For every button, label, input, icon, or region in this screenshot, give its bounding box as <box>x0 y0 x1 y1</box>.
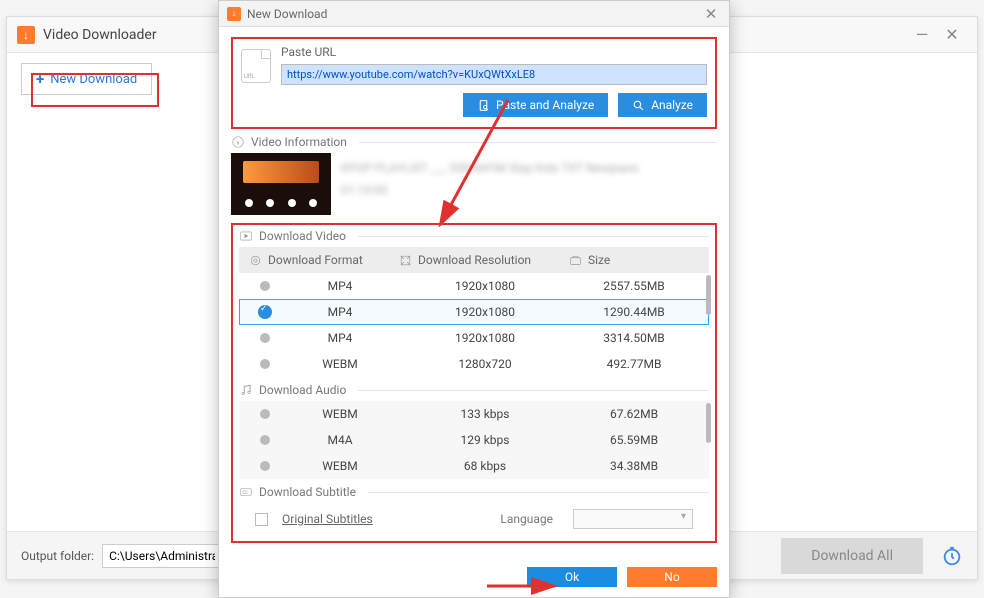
subtitle-checkbox[interactable] <box>255 513 268 526</box>
video-table-body: MP4 1920x1080 2557.55MB MP4 1920x1080 12… <box>239 273 709 377</box>
ok-button[interactable]: Ok <box>527 567 617 587</box>
col-resolution-label: Download Resolution <box>418 253 531 267</box>
output-folder-input[interactable] <box>102 544 222 568</box>
search-icon <box>632 99 645 112</box>
download-section: Download Video Download Format Download … <box>231 223 717 543</box>
dialog-footer: Ok No <box>219 567 729 597</box>
close-button[interactable]: ✕ <box>937 25 967 44</box>
dialog-title: New Download <box>247 7 327 21</box>
language-label: Language <box>500 512 553 526</box>
svg-text:CC: CC <box>243 490 249 495</box>
table-row[interactable]: M4A 129 kbps 65.59MB <box>239 427 709 453</box>
download-subtitle-heading: CC Download Subtitle <box>239 485 709 499</box>
new-download-label: New Download <box>50 72 137 87</box>
download-video-heading: Download Video <box>239 229 709 243</box>
table-row[interactable]: MP4 1920x1080 1290.44MB <box>239 299 709 325</box>
radio-checked-icon <box>258 305 272 319</box>
subtitle-row: Original Subtitles Language <box>239 503 709 535</box>
scrollbar[interactable] <box>706 403 711 443</box>
no-button[interactable]: No <box>627 567 717 587</box>
paste-analyze-label: Paste and Analyze <box>496 98 594 112</box>
dialog-close-button[interactable]: ✕ <box>701 5 721 23</box>
table-row[interactable]: MP4 1920x1080 2557.55MB <box>239 273 709 299</box>
scrollbar[interactable] <box>706 275 711 315</box>
video-info-row: KPOP PLAYLIST ___ SSERAFIM Stay Kids TXT… <box>231 153 717 215</box>
radio-icon <box>260 333 270 343</box>
original-subtitles-link[interactable]: Original Subtitles <box>282 512 373 526</box>
radio-icon <box>260 409 270 419</box>
info-icon <box>231 135 245 149</box>
download-all-button[interactable]: Download All <box>781 538 923 574</box>
app-title: Video Downloader <box>43 27 157 43</box>
size-icon <box>569 254 582 267</box>
download-audio-heading: Download Audio <box>239 383 709 397</box>
analyze-button[interactable]: Analyze <box>618 93 707 117</box>
col-format-label: Download Format <box>268 253 363 267</box>
audio-icon <box>239 383 253 397</box>
clock-icon[interactable] <box>941 545 963 567</box>
language-select[interactable] <box>573 509 693 529</box>
col-size-label: Size <box>588 253 610 267</box>
plus-icon: + <box>36 70 44 88</box>
url-section: URL Paste URL Paste and Analyze Analyze <box>231 37 717 129</box>
dialog-titlebar: ↓ New Download ✕ <box>219 1 729 27</box>
cc-icon: CC <box>239 485 253 499</box>
paste-url-label: Paste URL <box>281 45 707 59</box>
table-row[interactable]: WEBM 1280x720 492.77MB <box>239 351 709 377</box>
radio-icon <box>260 435 270 445</box>
table-row[interactable]: WEBM 68 kbps 34.38MB <box>239 453 709 479</box>
app-icon: ↓ <box>17 26 35 44</box>
format-icon <box>249 254 262 267</box>
table-row[interactable]: MP4 1920x1080 3314.50MB <box>239 325 709 351</box>
new-download-dialog: ↓ New Download ✕ URL Paste URL Paste and… <box>218 0 730 598</box>
url-file-icon: URL <box>241 49 271 83</box>
url-input[interactable] <box>281 64 707 85</box>
output-folder-label: Output folder: <box>21 549 94 563</box>
radio-icon <box>260 461 270 471</box>
paste-and-analyze-button[interactable]: Paste and Analyze <box>463 93 608 117</box>
analyze-label: Analyze <box>651 98 693 112</box>
video-table-header: Download Format Download Resolution Size <box>239 247 709 273</box>
video-icon <box>239 229 253 243</box>
minimize-button[interactable]: — <box>907 25 937 44</box>
dialog-app-icon: ↓ <box>227 7 241 21</box>
resolution-icon <box>399 254 412 267</box>
clipboard-search-icon <box>477 99 490 112</box>
radio-icon <box>260 359 270 369</box>
audio-table-body: WEBM 133 kbps 67.62MB M4A 129 kbps 65.59… <box>239 401 709 479</box>
video-metadata-blurred: KPOP PLAYLIST ___ SSERAFIM Stay Kids TXT… <box>341 153 717 215</box>
radio-icon <box>260 281 270 291</box>
new-download-button[interactable]: + New Download <box>21 63 152 95</box>
video-info-heading: Video Information <box>231 135 717 149</box>
video-thumbnail <box>231 153 331 215</box>
table-row[interactable]: WEBM 133 kbps 67.62MB <box>239 401 709 427</box>
